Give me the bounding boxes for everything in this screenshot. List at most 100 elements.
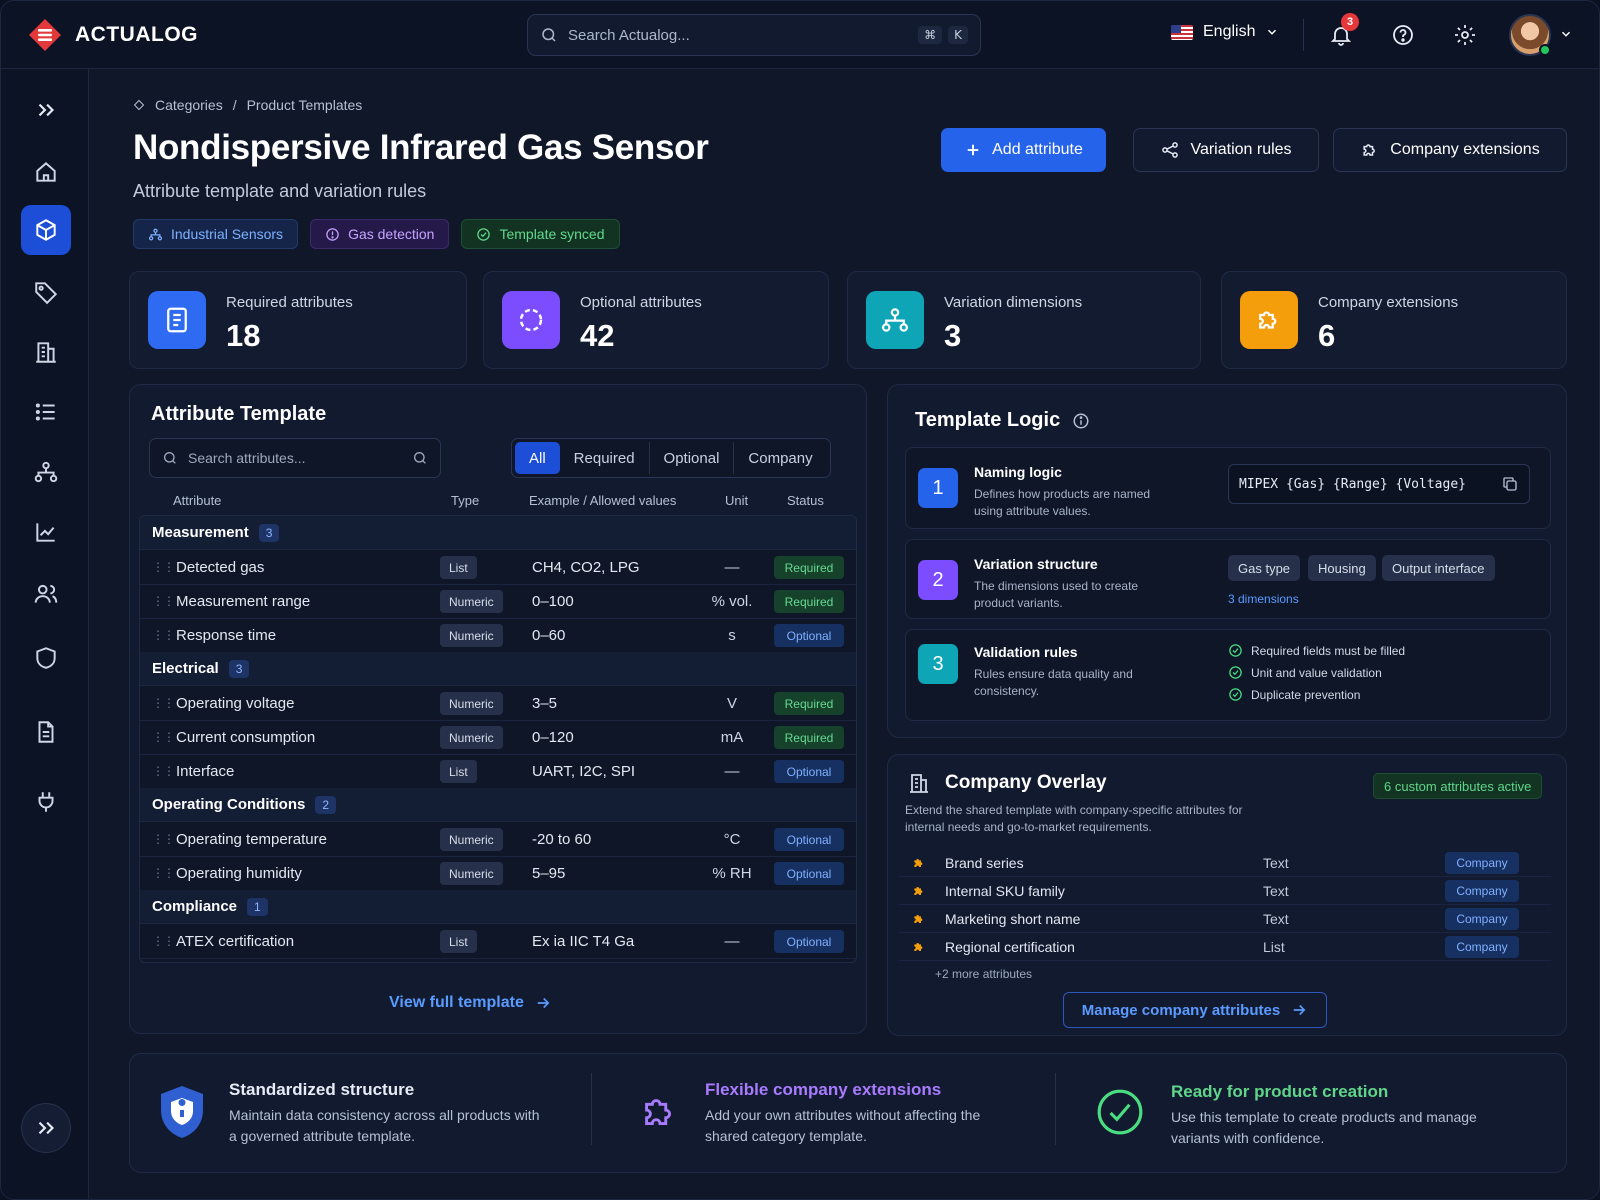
dimension-chip-housing[interactable]: Housing	[1308, 555, 1376, 581]
table-row[interactable]: ⋮⋮ ATEX certification List Ex ia IIC T4 Ga —…	[140, 924, 856, 959]
drag-handle-icon[interactable]: ⋮⋮	[152, 934, 175, 948]
users-icon	[34, 584, 58, 603]
feature-desc-flexible: Add your own attributes without affectin…	[705, 1107, 981, 1144]
tag-industrial-sensors[interactable]: Industrial Sensors	[133, 219, 299, 249]
drag-handle-icon[interactable]: ⋮⋮	[152, 696, 175, 710]
list-item[interactable]: Regional certification List Company	[899, 933, 1551, 961]
check-circle-icon	[1097, 1089, 1143, 1135]
list-item[interactable]: Marketing short name Text Company	[899, 905, 1551, 933]
list-item[interactable]: Brand series Text Company	[899, 849, 1551, 877]
attribute-search[interactable]: Search attributes...	[149, 438, 441, 478]
attribute-filter-tabs: All Required Optional Company	[511, 438, 831, 478]
dimension-chip-gas-type[interactable]: Gas type	[1228, 555, 1301, 581]
copy-icon[interactable]	[1501, 475, 1519, 493]
add-attribute-button[interactable]: Add attribute	[941, 128, 1106, 172]
language-selector[interactable]: English	[1171, 23, 1279, 41]
sidebar-item-products[interactable]	[21, 205, 71, 255]
attribute-group-row[interactable]: Operating Conditions 2	[140, 788, 856, 822]
drag-handle-icon[interactable]: ⋮⋮	[152, 730, 175, 744]
group-count: 2	[315, 795, 337, 814]
drag-handle-icon[interactable]: ⋮⋮	[152, 866, 175, 880]
column-header-unit[interactable]: Unit	[725, 493, 748, 508]
table-row[interactable]: ⋮⋮ Response time Numeric 0–60 s Optional	[140, 618, 856, 653]
company-attribute-name: Regional certification	[945, 939, 1075, 955]
puzzle-icon	[1240, 291, 1298, 349]
search-input[interactable]: Search Actualog...	[568, 27, 908, 44]
unit: % vol.	[711, 593, 753, 610]
filter-required[interactable]: Required	[560, 442, 650, 474]
tag-gas-detection[interactable]: Gas detection	[310, 219, 450, 249]
sidebar-expand-button[interactable]	[21, 85, 71, 135]
search-shortcut: ⌘ K	[918, 26, 968, 44]
table-row[interactable]: ⋮⋮ Operating voltage Numeric 3–5 V Required	[140, 686, 856, 721]
stat-card-variation[interactable]: Variation dimensions 3	[847, 271, 1201, 369]
sidebar-item-hierarchy[interactable]	[21, 447, 71, 497]
sidebar-item-security[interactable]	[21, 633, 71, 683]
sidebar-item-analytics[interactable]	[21, 507, 71, 557]
attribute-search-input[interactable]: Search attributes...	[188, 450, 402, 466]
column-header-status[interactable]: Status	[787, 493, 824, 508]
sidebar-item-integrations[interactable]	[21, 777, 71, 827]
help-button[interactable]	[1387, 19, 1419, 51]
divider	[591, 1073, 592, 1145]
validation-check: Required fields must be filled	[1228, 643, 1405, 658]
company-extensions-button[interactable]: Company extensions	[1333, 128, 1567, 172]
stat-card-company[interactable]: Company extensions 6	[1221, 271, 1567, 369]
manage-company-attributes-button[interactable]: Manage company attributes	[1063, 992, 1327, 1028]
sidebar-collapse-button[interactable]	[21, 1103, 71, 1153]
status-badge: Optional	[774, 760, 844, 783]
view-full-template-link[interactable]: View full template	[389, 994, 552, 1012]
breadcrumb-product-templates[interactable]: Product Templates	[247, 97, 363, 113]
variation-rules-button[interactable]: Variation rules	[1133, 128, 1319, 172]
table-row[interactable]: ⋮⋮ Detected gas List CH4, CO2, LPG — Required	[140, 550, 856, 585]
more-attributes-link[interactable]: +2 more attributes	[935, 967, 1032, 981]
drag-handle-icon[interactable]: ⋮⋮	[152, 594, 175, 608]
table-row[interactable]: ⋮⋮ Measurement range Numeric 0–100 % vol. Req…	[140, 584, 856, 619]
table-row[interactable]: ⋮⋮ Interface List UART, I2C, SPI — Optional	[140, 754, 856, 789]
column-header-attribute[interactable]: Attribute	[173, 493, 221, 508]
filter-optional[interactable]: Optional	[650, 442, 735, 474]
settings-button[interactable]	[1449, 19, 1481, 51]
sidebar-item-home[interactable]	[21, 147, 71, 197]
stat-card-optional[interactable]: Optional attributes 42	[483, 271, 829, 369]
chevrons-right-icon	[38, 103, 55, 117]
table-row[interactable]: ⋮⋮ Operating temperature Numeric -20 to 60 °…	[140, 822, 856, 857]
attribute-group-row[interactable]: Measurement 3	[140, 516, 856, 550]
table-row[interactable]: ⋮⋮ Current consumption Numeric 0–120 mA Requi…	[140, 720, 856, 755]
drag-handle-icon[interactable]: ⋮⋮	[152, 560, 175, 574]
notifications-button[interactable]: 3	[1325, 13, 1359, 51]
sidebar-item-companies[interactable]	[21, 327, 71, 377]
group-name: Measurement	[152, 524, 249, 541]
unit: —	[724, 559, 740, 576]
divider	[1055, 1073, 1056, 1145]
global-search[interactable]: Search Actualog... ⌘ K	[527, 14, 981, 56]
attribute-group-row[interactable]: Electrical 3	[140, 652, 856, 686]
drag-handle-icon[interactable]: ⋮⋮	[152, 832, 175, 846]
logo[interactable]: ACTUALOG	[27, 17, 198, 53]
status-badge: Required	[774, 556, 844, 579]
building-icon	[36, 342, 56, 363]
filter-all[interactable]: All	[515, 442, 560, 474]
attribute-group-row[interactable]: Compliance 1	[140, 890, 856, 924]
dimensions-link[interactable]: 3 dimensions	[1228, 592, 1299, 606]
list-item[interactable]: Internal SKU family Text Company	[899, 877, 1551, 905]
breadcrumb-categories[interactable]: Categories	[155, 97, 223, 113]
column-header-type[interactable]: Type	[451, 493, 479, 508]
chevron-down-icon[interactable]	[1559, 27, 1573, 41]
dimension-chip-output-interface[interactable]: Output interface	[1382, 555, 1495, 581]
filter-company[interactable]: Company	[734, 442, 826, 474]
sidebar-item-lists[interactable]	[21, 387, 71, 437]
table-row[interactable]: ⋮⋮ Operating humidity Numeric 5–95 % RH Optio…	[140, 856, 856, 891]
info-icon[interactable]	[1072, 412, 1090, 430]
company-overlay-header: Company Overlay	[907, 771, 1107, 795]
naming-pattern-field[interactable]: MIPEX {Gas} {Range} {Voltage}	[1228, 464, 1530, 504]
template-tags: Industrial Sensors Gas detection Templat…	[133, 219, 620, 249]
stat-card-required[interactable]: Required attributes 18	[129, 271, 467, 369]
type-badge: Numeric	[440, 590, 503, 613]
drag-handle-icon[interactable]: ⋮⋮	[152, 764, 175, 778]
drag-handle-icon[interactable]: ⋮⋮	[152, 628, 175, 642]
sidebar-item-users[interactable]	[21, 569, 71, 619]
sidebar-item-documents[interactable]	[21, 707, 71, 757]
sidebar-item-tags[interactable]	[21, 267, 71, 317]
column-header-example[interactable]: Example / Allowed values	[529, 493, 676, 508]
